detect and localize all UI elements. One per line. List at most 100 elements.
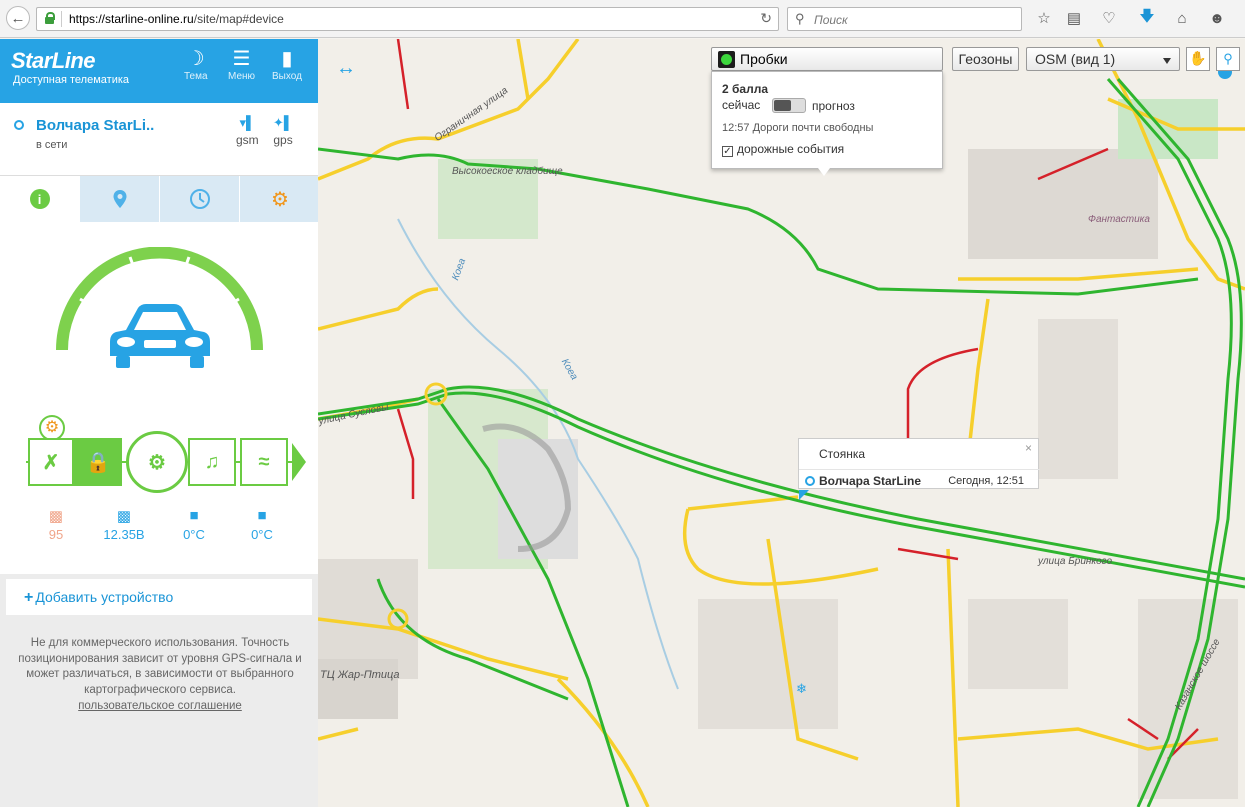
heat-icon: ≈ xyxy=(258,450,270,473)
search-placeholder: Поиск xyxy=(814,13,848,27)
browser-toolbar: ← https://starline-online.ru/site/map#de… xyxy=(0,0,1245,38)
heater-button[interactable]: ≈ xyxy=(240,438,288,486)
horn-icon: ♫ xyxy=(204,450,220,473)
close-icon[interactable]: × xyxy=(1025,441,1032,455)
clock-icon xyxy=(189,189,210,209)
gps-indicator: ✦▌ gps xyxy=(273,115,293,147)
car-icon[interactable] xyxy=(108,300,212,370)
engine-icon: ⚙ xyxy=(148,451,166,474)
chat-icon[interactable]: ☻ xyxy=(1205,6,1229,30)
road-events-checkbox[interactable]: ✓ дорожные события xyxy=(722,142,844,157)
checkbox-checked-icon: ✓ xyxy=(722,146,733,157)
snowflake-icon: ❄ xyxy=(796,681,807,696)
tab-location[interactable] xyxy=(80,176,160,222)
tab-settings[interactable]: ⚙ xyxy=(240,176,320,222)
lock-button[interactable]: 🔒 xyxy=(74,438,122,486)
battery-icon: ▩ xyxy=(116,508,132,525)
traffic-forecast-label: прогноз xyxy=(812,99,855,113)
engine-temp-value: 0°C xyxy=(251,527,273,542)
menu-label: Меню xyxy=(228,71,256,82)
forecast-toggle[interactable] xyxy=(772,98,806,113)
popup-title: Стоянка xyxy=(819,447,866,461)
traffic-light-icon xyxy=(718,51,735,68)
zoom-tool-button[interactable]: ⚲ xyxy=(1216,47,1240,71)
alarm-off-button[interactable]: ✗ xyxy=(28,438,74,486)
device-tabs: i ⚙ xyxy=(0,176,318,222)
magnifier-icon: ⚲ xyxy=(1223,51,1233,66)
exit-button[interactable]: ▮ Выход xyxy=(272,47,302,82)
hand-icon: ✋ xyxy=(1189,50,1207,66)
geozones-button[interactable]: Геозоны xyxy=(952,47,1019,71)
device-status: в сети xyxy=(36,139,68,151)
tagline: Доступная телематика xyxy=(13,74,130,86)
cabin-temp-readout: ■ 0°C xyxy=(164,507,224,542)
add-device-button[interactable]: + Добавить устройство xyxy=(6,579,312,615)
tab-info[interactable]: i xyxy=(0,176,80,222)
gsm-indicator: ▾▌ gsm xyxy=(236,115,259,147)
disclaimer: Не для коммерческого использования. Точн… xyxy=(10,636,310,715)
battery-value: 12.35B xyxy=(103,527,145,542)
download-icon[interactable]: 🡇 xyxy=(1135,6,1159,30)
pan-tool-button[interactable]: ✋ xyxy=(1186,47,1210,71)
cabin-temp-value: 0°C xyxy=(183,527,205,542)
fuel-readout: ▩ 95 xyxy=(26,507,86,542)
map-type-select[interactable]: OSM (вид 1) xyxy=(1026,47,1180,71)
bookmark-star-icon[interactable]: ☆ xyxy=(1032,6,1056,30)
reading-list-icon[interactable]: ▤ xyxy=(1062,6,1086,30)
engine-temp-readout: ■ 0°C xyxy=(232,507,292,542)
gsm-signal-icon: ▾▌ xyxy=(239,115,256,130)
fuel-value: 95 xyxy=(48,527,64,542)
search-input[interactable]: ⚲ Поиск xyxy=(787,7,1022,31)
device-name[interactable]: Волчара StarLi.. xyxy=(36,117,154,134)
theme-button[interactable]: ☽ Тема xyxy=(184,47,208,82)
lock-icon xyxy=(44,12,55,24)
map-type-value: OSM (вид 1) xyxy=(1035,51,1116,67)
map-view[interactable]: Высокоеское кладбище Ограничная улица Ко… xyxy=(318,39,1245,807)
traffic-condition: 12:57 Дороги почти свободны xyxy=(722,122,874,134)
back-button[interactable]: ← xyxy=(6,6,30,30)
gsm-label: gsm xyxy=(236,133,259,147)
fuel-icon: ▩ xyxy=(48,508,64,525)
traffic-button[interactable]: Пробки xyxy=(711,47,943,71)
tab-history[interactable] xyxy=(160,176,240,222)
street-label-2: улица Бринкого xyxy=(1038,556,1113,567)
battery-readout: ▩ 12.35B xyxy=(94,507,154,542)
address-bar[interactable]: https://starline-online.ru/site/map#devi… xyxy=(36,7,779,31)
exit-label: Выход xyxy=(272,71,302,82)
user-agreement-link[interactable]: пользовательское соглашение xyxy=(10,699,310,715)
popup-device-name: Волчара StarLine xyxy=(819,474,922,488)
traffic-score: 2 балла xyxy=(722,82,769,96)
horn-button[interactable]: ♫ xyxy=(188,438,236,486)
popup-device-row[interactable]: Волчара StarLine Сегодня, 12:51 xyxy=(799,469,1040,490)
traffic-now-label: сейчас xyxy=(722,98,761,112)
menu-button[interactable]: ☰ Меню xyxy=(228,47,255,82)
gps-label: gps xyxy=(273,133,293,147)
starline-logo[interactable]: StarLine xyxy=(11,48,96,74)
car-status-panel: ⚙ ✗ 🔒 ⚙ ♫ ≈ ▩ 95 ▩ 12.35B ■ 0°C ■ 0°C xyxy=(0,222,318,574)
device-dot-icon xyxy=(805,476,815,486)
expand-map-icon[interactable]: ↔ xyxy=(336,57,356,80)
location-pin-icon xyxy=(113,190,126,208)
traffic-label: Пробки xyxy=(740,51,788,67)
popup-time: Сегодня, 12:51 xyxy=(948,475,1024,487)
road-events-label: дорожные события xyxy=(737,142,845,156)
pocket-icon[interactable]: ♡ xyxy=(1097,6,1121,30)
door-icon: ▮ xyxy=(281,48,293,70)
device-status-dot xyxy=(14,120,24,130)
more-modes-arrow[interactable] xyxy=(292,443,306,481)
engine-button[interactable]: ⚙ xyxy=(126,431,188,493)
lock-icon: 🔒 xyxy=(85,451,111,474)
add-device-label: Добавить устройство xyxy=(35,589,174,605)
no-alarm-icon: ✗ xyxy=(42,451,60,474)
gear-icon: ⚙ xyxy=(271,188,289,211)
control-modes: ⚙ ✗ 🔒 ⚙ ♫ ≈ xyxy=(26,415,316,493)
mall-label: ТЦ Жар-Птица xyxy=(320,669,400,681)
device-card[interactable]: Волчара StarLi.. в сети ▾▌ gsm ✦▌ gps xyxy=(0,103,318,176)
hamburger-icon: ☰ xyxy=(232,48,251,70)
satellite-icon: ✦▌ xyxy=(273,115,294,130)
home-icon[interactable]: ⌂ xyxy=(1170,6,1194,30)
url-path: /site/map#device xyxy=(193,12,284,26)
traffic-panel: 2 балла сейчас прогноз 12:57 Дороги почт… xyxy=(711,71,943,176)
reload-icon[interactable]: ↻ xyxy=(760,10,772,27)
url-domain: https://starline-online.ru xyxy=(69,12,194,26)
